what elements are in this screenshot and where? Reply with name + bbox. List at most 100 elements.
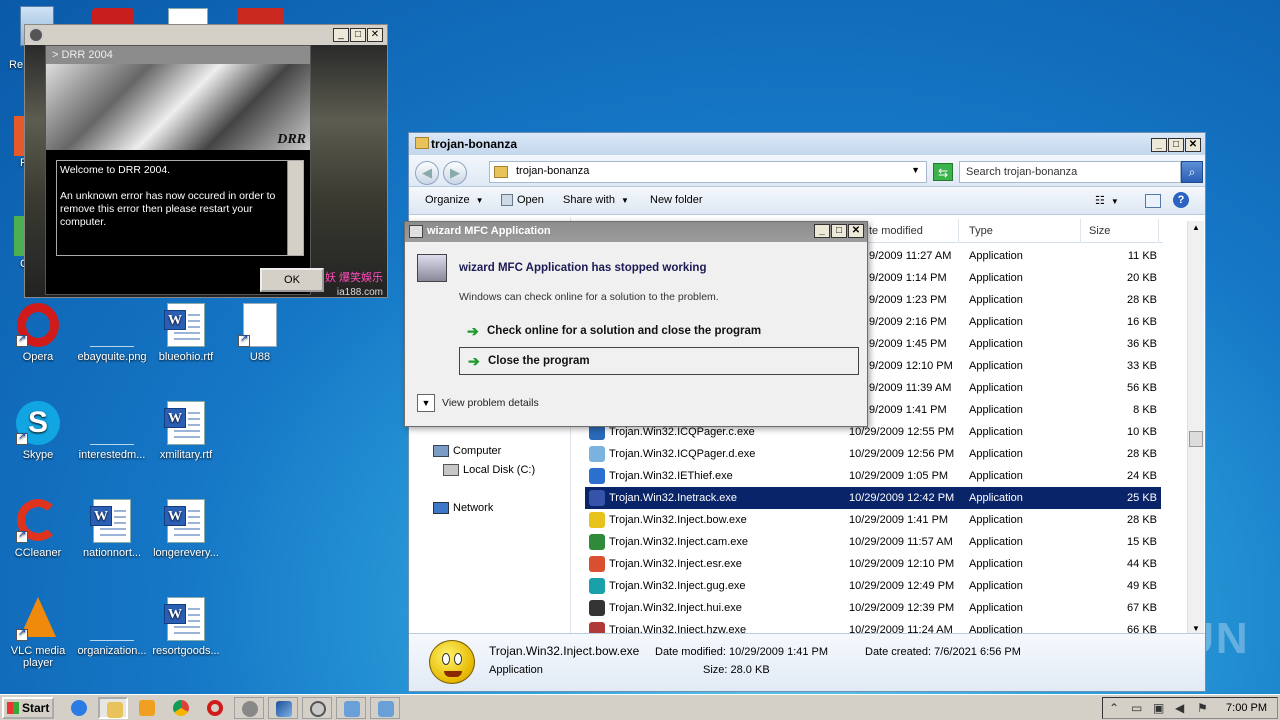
taskbar: Start ⌃ ▭ ▣ ◀ ⚑ 7:00 PM xyxy=(0,694,1280,720)
taskbar-opera-button[interactable] xyxy=(200,697,230,719)
minimize-button[interactable]: _ xyxy=(814,224,830,238)
scroll-up-icon[interactable]: ▲ xyxy=(1188,223,1204,232)
network-tray-icon[interactable]: ▭ xyxy=(1131,701,1142,715)
search-input[interactable]: Search trojan-bonanza xyxy=(959,161,1181,183)
taskbar-chrome-button[interactable] xyxy=(166,697,196,719)
start-button[interactable]: Start xyxy=(2,697,54,719)
share-with-button[interactable]: Share with ▼ xyxy=(563,194,629,206)
file-icon xyxy=(589,600,605,616)
drr-banner-image: DRR xyxy=(46,64,310,150)
scroll-thumb[interactable] xyxy=(1189,431,1203,447)
search-icon[interactable]: ⌕ xyxy=(1181,161,1203,183)
desktop-icon-longerevery[interactable]: W longerevery... xyxy=(148,499,224,559)
chevron-down-icon[interactable]: ▼ xyxy=(911,165,920,175)
open-button[interactable]: Open xyxy=(501,194,544,207)
ok-button[interactable]: OK xyxy=(260,268,324,292)
file-date: 10/29/2009 12:55 PM xyxy=(849,426,955,438)
new-folder-button[interactable]: New folder xyxy=(650,194,703,206)
taskbar-media-button[interactable] xyxy=(132,697,162,719)
wizard-titlebar[interactable]: wizard MFC Application _ □ ✕ xyxy=(405,222,867,242)
back-button[interactable]: ◀ xyxy=(415,161,439,185)
desktop-icon-opera[interactable]: Opera xyxy=(0,303,76,363)
desktop-icon-nationnort[interactable]: W nationnort... xyxy=(74,499,150,559)
maximize-button[interactable]: □ xyxy=(831,224,847,238)
column-header-size[interactable]: Size xyxy=(1083,219,1159,243)
file-type: Application xyxy=(969,580,1023,592)
desktop-icon-ebayquite[interactable]: ebayquite.png xyxy=(74,303,150,363)
drr-app-icon[interactable] xyxy=(28,27,44,43)
desktop-icon-u88[interactable]: U88 xyxy=(222,303,298,363)
scroll-down-icon[interactable]: ▼ xyxy=(1188,624,1204,633)
table-row[interactable]: Trojan.Win32.Inject.hui.exe 10/29/2009 12… xyxy=(585,597,1161,619)
chevron-down-icon[interactable]: ▼ xyxy=(417,394,435,412)
desktop-icon-ccleaner[interactable]: CCleaner xyxy=(0,499,76,559)
close-button[interactable]: ✕ xyxy=(367,28,383,42)
desktop-icon-interestedm[interactable]: interestedm... xyxy=(74,401,150,461)
taskbar-wizard-button-1[interactable] xyxy=(336,697,366,719)
column-header-type[interactable]: Type xyxy=(963,219,1081,243)
minimize-button[interactable]: _ xyxy=(333,28,349,42)
drr-message-box[interactable]: Welcome to DRR 2004. An unknown error ha… xyxy=(56,160,304,256)
table-row[interactable]: Trojan.Win32.Inject.gug.exe 10/29/2009 12… xyxy=(585,575,1161,597)
column-header-date[interactable]: te modified xyxy=(863,219,959,243)
maximize-button[interactable]: □ xyxy=(350,28,366,42)
organize-button[interactable]: Organize ▼ xyxy=(425,194,484,206)
taskbar-drr-button[interactable] xyxy=(234,697,264,719)
help-icon[interactable]: ? xyxy=(1173,192,1189,208)
file-size: 33 KB xyxy=(1127,360,1157,372)
address-input[interactable]: trojan-bonanza ▼ xyxy=(489,161,927,183)
desktop-icon-xmilitary[interactable]: W xmilitary.rtf xyxy=(148,401,224,461)
file-date: 10/29/2009 12:42 PM xyxy=(849,492,955,504)
drr-message-scrollbar[interactable] xyxy=(287,161,303,255)
check-online-option[interactable]: ➔ Check online for a solution and close … xyxy=(459,318,859,346)
volume-icon[interactable]: ◀ xyxy=(1175,701,1184,715)
desktop-icon-resortgoods[interactable]: W resortgoods... xyxy=(148,597,224,657)
monitor-tray-icon[interactable]: ▣ xyxy=(1153,701,1164,715)
explorer-titlebar[interactable]: trojan-bonanza _ □ ✕ xyxy=(409,133,1205,155)
close-button[interactable]: ✕ xyxy=(1185,138,1201,152)
chevron-up-icon[interactable]: ⌃ xyxy=(1109,701,1119,715)
drr-titlebar[interactable]: _ □ ✕ xyxy=(25,25,387,45)
close-button[interactable]: ✕ xyxy=(848,224,864,238)
file-type: Application xyxy=(969,448,1023,460)
desktop-icon-skype[interactable]: S Skype xyxy=(0,401,76,461)
recycle-bin-label-partial: Re xyxy=(9,59,24,71)
refresh-button[interactable]: ⇆ xyxy=(933,163,953,181)
desktop-partial-icon[interactable] xyxy=(14,116,24,156)
clock[interactable]: 7:00 PM xyxy=(1226,702,1267,714)
taskbar-settings-button[interactable] xyxy=(302,697,332,719)
file-date: 9/2009 2:16 PM xyxy=(869,316,947,328)
table-row[interactable]: Trojan.Win32.ICQPager.d.exe 10/29/2009 12… xyxy=(585,443,1161,465)
taskbar-explorer-button[interactable] xyxy=(98,697,128,719)
desktop-icon-vlc[interactable]: VLC media player xyxy=(0,597,76,669)
table-row[interactable]: Trojan.Win32.Inject.hzw.exe 10/29/2009 11… xyxy=(585,619,1161,633)
view-options-icon[interactable]: ☷ ▼ xyxy=(1095,194,1119,207)
close-program-option[interactable]: ➔ Close the program xyxy=(459,347,859,375)
desktop-icon-organization[interactable]: organization... xyxy=(74,597,150,657)
drr-message-line: remove this error then please restart yo… xyxy=(60,203,253,228)
vertical-scrollbar[interactable]: ▲ ▼ xyxy=(1187,221,1204,635)
taskbar-app-button[interactable] xyxy=(268,697,298,719)
desktop-icon-label: interestedm... xyxy=(78,449,146,461)
minimize-button[interactable]: _ xyxy=(1151,138,1167,152)
preview-pane-icon[interactable] xyxy=(1145,194,1161,208)
details-date-created: Date created: 7/6/2021 6:56 PM xyxy=(865,646,1021,658)
table-row[interactable]: Trojan.Win32.Inject.esr.exe 10/29/2009 12… xyxy=(585,553,1161,575)
forward-button[interactable]: ▶ xyxy=(443,161,467,185)
file-size: 15 KB xyxy=(1127,536,1157,548)
table-row[interactable]: Trojan.Win32.Inject.cam.exe 10/29/2009 11… xyxy=(585,531,1161,553)
desktop-icon-blueohio[interactable]: W blueohio.rtf xyxy=(148,303,224,363)
file-date: 9/2009 11:39 AM xyxy=(869,382,952,394)
table-row[interactable]: Trojan.Win32.IEThief.exe 10/29/2009 1:05 … xyxy=(585,465,1161,487)
table-row[interactable]: Trojan.Win32.Inetrack.exe 10/29/2009 12:4… xyxy=(585,487,1161,509)
flag-tray-icon[interactable]: ⚑ xyxy=(1197,701,1208,715)
maximize-button[interactable]: □ xyxy=(1168,138,1184,152)
taskbar-ie-button[interactable] xyxy=(64,697,94,719)
table-row[interactable]: Trojan.Win32.Inject.bow.exe 10/29/2009 1:… xyxy=(585,509,1161,531)
desktop-partial-icon-2[interactable] xyxy=(14,216,24,256)
nav-item-computer[interactable]: Computer xyxy=(433,445,501,458)
taskbar-wizard-button-2[interactable] xyxy=(370,697,400,719)
view-problem-details-link[interactable]: View problem details xyxy=(442,397,539,409)
nav-item-network[interactable]: Network xyxy=(433,502,493,515)
nav-item-local-disk[interactable]: Local Disk (C:) xyxy=(443,464,535,477)
